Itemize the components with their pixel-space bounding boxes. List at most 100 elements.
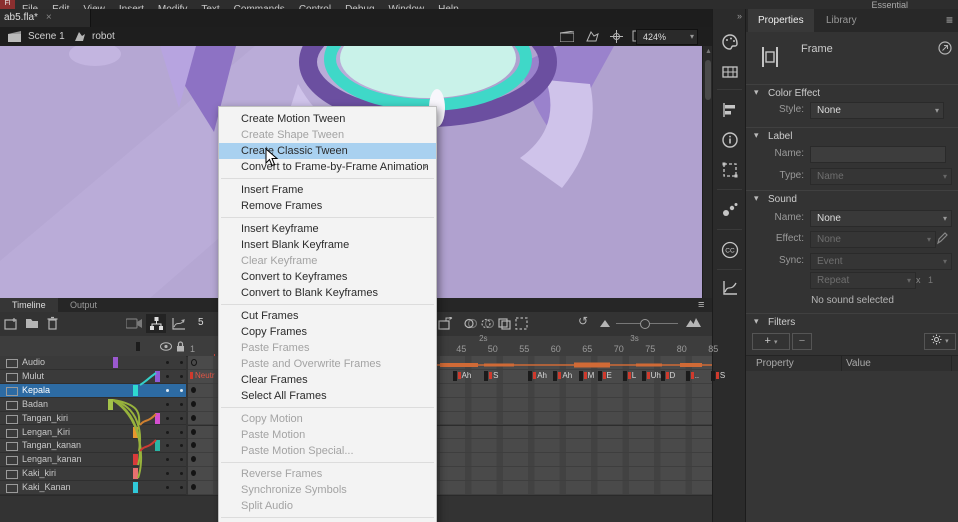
layer-row-tangan_kanan[interactable]: Tangan_kanan bbox=[0, 439, 186, 453]
keyframe-dot[interactable] bbox=[191, 484, 196, 490]
layer-lock-dot[interactable] bbox=[180, 472, 183, 475]
layer-row-kepala[interactable]: Kepala bbox=[0, 384, 186, 398]
layer-parent-mark[interactable] bbox=[155, 371, 160, 382]
layer-row-mulut[interactable]: Mulut bbox=[0, 370, 186, 384]
delete-layer-icon[interactable] bbox=[47, 316, 58, 330]
tab-output[interactable]: Output bbox=[58, 298, 109, 312]
layer-row-lengan_kiri[interactable]: Lengan_Kiri bbox=[0, 426, 186, 440]
close-tab-icon[interactable]: × bbox=[46, 12, 52, 23]
menu-item-insert-frame[interactable]: Insert Frame bbox=[219, 182, 436, 198]
layer-visibility-dot[interactable] bbox=[166, 431, 169, 434]
lipsync-keyframe[interactable] bbox=[686, 371, 690, 381]
menu-item-create-classic-tween[interactable]: Create Classic Tween bbox=[219, 143, 436, 159]
layer-parent-mark[interactable] bbox=[133, 427, 138, 438]
layer-lock-dot[interactable] bbox=[180, 431, 183, 434]
new-folder-icon[interactable] bbox=[25, 317, 39, 329]
keyframe-dot[interactable] bbox=[191, 401, 196, 407]
layer-parent-mark[interactable] bbox=[155, 440, 160, 451]
layer-row-badan[interactable]: Badan bbox=[0, 398, 186, 412]
layer-visibility-dot[interactable] bbox=[166, 458, 169, 461]
layer-visibility-dot[interactable] bbox=[166, 472, 169, 475]
menu-item-copy-frames[interactable]: Copy Frames bbox=[219, 324, 436, 340]
align-panel-icon[interactable] bbox=[721, 101, 739, 119]
center-stage-icon[interactable] bbox=[610, 30, 623, 43]
lipsync-keyframe[interactable] bbox=[453, 371, 457, 381]
section-sound[interactable]: ▾ Sound bbox=[746, 190, 958, 208]
lipsync-keyframe[interactable] bbox=[484, 371, 488, 381]
eye-column-icon[interactable] bbox=[160, 342, 172, 351]
menu-item-clear-frames[interactable]: Clear Frames bbox=[219, 372, 436, 388]
sound-name-dropdown[interactable]: None ▾ bbox=[810, 210, 952, 227]
keyframe-dot[interactable] bbox=[191, 456, 196, 462]
timeline-menu-icon[interactable]: ≡ bbox=[698, 299, 704, 311]
graph-view-icon[interactable] bbox=[172, 317, 186, 330]
transform-panel-icon[interactable] bbox=[721, 161, 739, 179]
panel-menu-icon[interactable]: ≡ bbox=[946, 13, 953, 27]
swap-symbol-icon[interactable] bbox=[938, 41, 952, 55]
layer-row-tangan_kiri[interactable]: Tangan_kiri bbox=[0, 412, 186, 426]
info-panel-icon[interactable] bbox=[721, 131, 739, 149]
keyframe-dot[interactable] bbox=[191, 387, 196, 393]
keyframe-dot[interactable] bbox=[191, 470, 196, 476]
keyframe-dot[interactable] bbox=[191, 442, 196, 448]
layer-parent-mark[interactable] bbox=[133, 454, 138, 465]
new-layer-icon[interactable] bbox=[4, 317, 18, 330]
add-filter-button[interactable]: + ▾ bbox=[752, 333, 790, 350]
keyframe-dot[interactable] bbox=[191, 429, 196, 435]
remove-filter-button[interactable]: − bbox=[792, 333, 812, 350]
layer-parent-mark[interactable] bbox=[133, 385, 138, 396]
lipsync-keyframe[interactable] bbox=[623, 371, 627, 381]
camera-icon[interactable] bbox=[126, 318, 142, 329]
layer-visibility-dot[interactable] bbox=[166, 417, 169, 420]
layer-row-kaki_kiri[interactable]: Kaki_kiri bbox=[0, 467, 186, 481]
lipsync-keyframe[interactable] bbox=[711, 371, 715, 381]
layer-visibility-dot[interactable] bbox=[166, 389, 169, 392]
layer-parent-mark[interactable] bbox=[113, 357, 118, 368]
layer-lock-dot[interactable] bbox=[180, 389, 183, 392]
layer-visibility-dot[interactable] bbox=[166, 361, 169, 364]
layer-lock-dot[interactable] bbox=[180, 403, 183, 406]
scrollbar-thumb[interactable] bbox=[705, 60, 711, 100]
layer-visibility-dot[interactable] bbox=[166, 444, 169, 447]
document-tab[interactable]: ab5.fla*× bbox=[0, 9, 91, 27]
layer-row-audio[interactable]: Audio bbox=[0, 356, 186, 370]
layer-parent-mark[interactable] bbox=[133, 482, 138, 493]
tab-timeline[interactable]: Timeline bbox=[0, 298, 58, 312]
layer-parent-mark[interactable] bbox=[108, 399, 113, 410]
layer-parenting-toggle[interactable] bbox=[146, 314, 166, 333]
zoom-level-dropdown[interactable]: 424% ▾ bbox=[636, 29, 698, 45]
collapse-panels-icon[interactable]: » bbox=[737, 11, 742, 21]
section-label[interactable]: ▾ Label bbox=[746, 127, 958, 145]
color-palette-icon[interactable] bbox=[721, 33, 739, 51]
section-color-effect[interactable]: ▾ Color Effect bbox=[746, 84, 958, 102]
layer-parent-mark[interactable] bbox=[155, 413, 160, 424]
onion-skin-outline-icon[interactable] bbox=[481, 317, 494, 330]
style-dropdown[interactable]: None ▾ bbox=[810, 102, 944, 119]
motion-editor-icon[interactable] bbox=[721, 279, 739, 297]
breadcrumb-symbol[interactable]: robot bbox=[92, 27, 115, 46]
zoom-out-frames-icon[interactable] bbox=[600, 320, 610, 327]
breadcrumb-scene[interactable]: Scene 1 bbox=[28, 27, 65, 46]
menu-item-remove-frames[interactable]: Remove Frames bbox=[219, 198, 436, 214]
menu-item-create-motion-tween[interactable]: Create Motion Tween bbox=[219, 111, 436, 127]
brush-library-icon[interactable] bbox=[721, 201, 739, 219]
menu-item-convert-to-keyframes[interactable]: Convert to Keyframes bbox=[219, 269, 436, 285]
loop-playback-icon[interactable]: ↺ bbox=[578, 314, 588, 328]
tab-properties[interactable]: Properties bbox=[748, 9, 814, 32]
filter-options-button[interactable]: ▾ bbox=[924, 333, 956, 350]
creative-cloud-icon[interactable]: CC bbox=[721, 241, 739, 259]
edit-multiple-frames-icon[interactable] bbox=[498, 317, 511, 330]
lipsync-keyframe[interactable] bbox=[553, 371, 557, 381]
layer-row-kaki_kanan[interactable]: Kaki_Kanan bbox=[0, 481, 186, 495]
zoom-in-frames-icon[interactable] bbox=[686, 318, 701, 327]
menu-item-cut-frames[interactable]: Cut Frames bbox=[219, 308, 436, 324]
lipsync-keyframe[interactable] bbox=[598, 371, 602, 381]
onion-skin-icon[interactable] bbox=[464, 317, 477, 330]
layer-lock-dot[interactable] bbox=[180, 486, 183, 489]
layer-row-lengan_kanan[interactable]: Lengan_kanan bbox=[0, 453, 186, 467]
keyframe-dot[interactable] bbox=[191, 415, 196, 421]
layer-visibility-dot[interactable] bbox=[166, 486, 169, 489]
layer-lock-dot[interactable] bbox=[180, 361, 183, 364]
menu-item-select-all-frames[interactable]: Select All Frames bbox=[219, 388, 436, 404]
edit-sound-pencil-icon[interactable] bbox=[936, 231, 948, 245]
